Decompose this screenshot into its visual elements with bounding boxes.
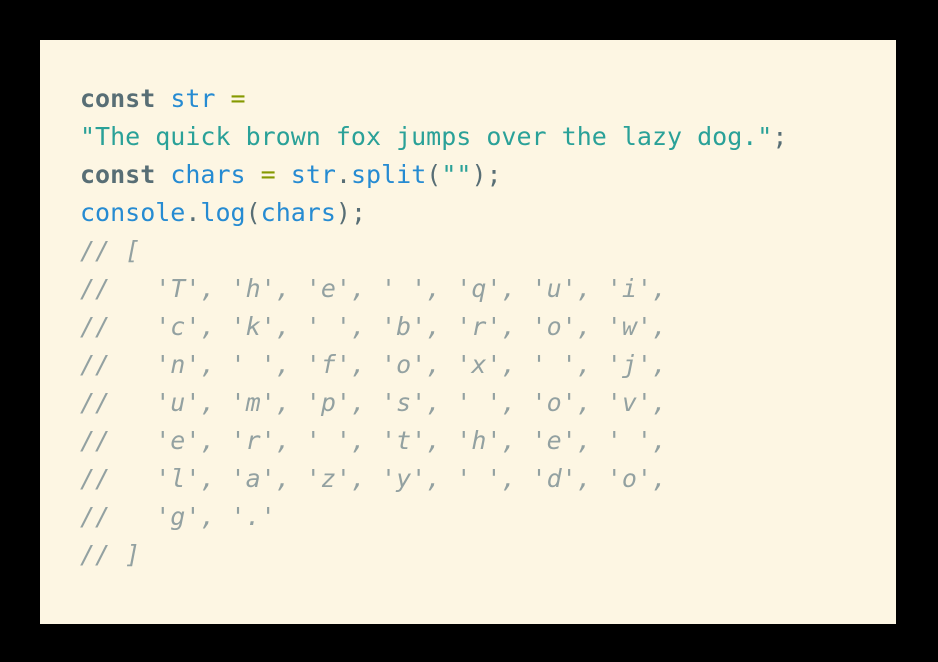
close-paren: ); [471,160,502,189]
code-content: const str = "The quick brown fox jumps ov… [80,80,856,574]
comment-line: // [ [80,236,141,265]
close-paren: ); [335,198,367,227]
code-line-1: const str = [80,80,856,118]
semicolon: ; [772,122,788,151]
empty-string-arg: "" [441,160,472,189]
code-line-2: "The quick brown fox jumps over the lazy… [80,118,856,156]
object-str: str [290,160,336,189]
arg-chars: chars [260,198,336,227]
keyword-const: const [80,84,156,113]
comment-line: // 'l', 'a', 'z', 'y', ' ', 'd', 'o', [80,464,667,493]
comment-line: // 'c', 'k', ' ', 'b', 'r', 'o', 'w', [80,312,667,341]
method-split: split [351,160,427,189]
comment-line: // ] [80,540,141,569]
code-line-3: const chars = str.split(""); [80,156,856,194]
variable-str: str [170,84,216,113]
comment-line: // 'n', ' ', 'f', 'o', 'x', ' ', 'j', [80,350,667,379]
comment-line: // 'g', '.' [80,502,276,531]
comment-line: // 'T', 'h', 'e', ' ', 'q', 'u', 'i', [80,274,667,303]
open-paren: ( [245,198,261,227]
dot: . [335,160,351,189]
keyword-const: const [80,160,156,189]
code-block: const str = "The quick brown fox jumps ov… [40,40,896,624]
string-literal: "The quick brown fox jumps over the lazy… [80,122,773,151]
comment-line: // 'e', 'r', ' ', 't', 'h', 'e', ' ', [80,426,667,455]
assign-operator: = [230,84,246,113]
code-line-4: console.log(chars); [80,194,856,232]
comment-line: // 'u', 'm', 'p', 's', ' ', 'o', 'v', [80,388,667,417]
method-log: log [200,198,246,227]
object-console: console [80,198,186,227]
variable-chars: chars [170,160,246,189]
dot: . [185,198,201,227]
open-paren: ( [426,160,442,189]
assign-operator: = [260,160,276,189]
